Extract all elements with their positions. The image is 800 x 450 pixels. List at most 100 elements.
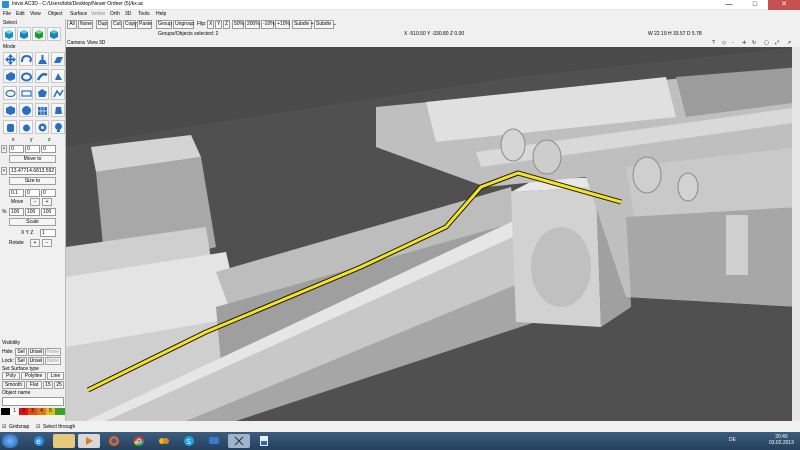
explorer-taskbar-icon[interactable] <box>53 434 75 448</box>
menu-file[interactable]: File <box>3 11 11 17</box>
subdiv-plus-button[interactable]: Subdiv + <box>292 20 314 29</box>
move-y-input[interactable]: 0 <box>25 189 40 197</box>
messenger-taskbar-icon[interactable] <box>203 434 225 448</box>
mode-box-button[interactable] <box>3 69 17 83</box>
select-none-button[interactable]: None <box>78 20 93 29</box>
select-surface-button[interactable] <box>47 27 61 41</box>
mode-light-button[interactable] <box>19 120 33 134</box>
menu-edit[interactable]: Edit <box>16 11 25 17</box>
select-vertex-button[interactable] <box>32 27 46 41</box>
flip-y-button[interactable]: Y <box>215 20 222 29</box>
ungroup-button[interactable]: Ungroup <box>173 20 194 29</box>
tool-taskbar-icon[interactable] <box>253 434 275 448</box>
surface-line-button[interactable]: Line <box>47 372 64 380</box>
move-x-input[interactable]: 0.1 <box>9 189 24 197</box>
help-icon[interactable]: ? <box>712 40 715 46</box>
menu-3d[interactable]: 3D <box>125 11 131 17</box>
menu-help[interactable]: Help <box>156 11 166 17</box>
diamond-icon[interactable]: ◇ <box>722 40 726 46</box>
menu-orth[interactable]: Orth <box>110 11 120 17</box>
flip-x-button[interactable]: X <box>207 20 214 29</box>
menu-surface[interactable]: Surface <box>70 11 87 17</box>
rotate-angle-input[interactable]: 1 <box>40 229 56 237</box>
viewport-3d-menu[interactable]: 3D <box>99 40 105 46</box>
zoom-plus-10-button[interactable]: +10% <box>275 20 290 29</box>
zoom-200-button[interactable]: 200% <box>245 20 260 29</box>
palette-5[interactable]: 5 <box>46 408 55 415</box>
circle-icon[interactable]: ◦ <box>732 40 734 46</box>
skype-taskbar-icon[interactable]: S <box>178 434 200 448</box>
palette-green[interactable] <box>55 408 65 415</box>
surface-polyline-button[interactable]: Polyline <box>21 372 46 380</box>
move-to-x-input[interactable]: 0 <box>9 145 24 153</box>
scale-button[interactable]: Scale <box>9 218 56 226</box>
palette-1[interactable]: 1 <box>10 408 19 415</box>
viewport-view-menu[interactable]: View <box>87 40 98 46</box>
flat-button[interactable]: Flat <box>26 381 42 389</box>
ac3d-taskbar-icon[interactable] <box>228 434 250 448</box>
palette-3[interactable]: 3 <box>28 408 37 415</box>
select-object-button[interactable] <box>17 27 31 41</box>
pan-icon[interactable]: ✛ <box>742 40 746 46</box>
start-button[interactable] <box>2 434 18 448</box>
object-name-input[interactable] <box>2 397 64 406</box>
expand-icon[interactable]: ⤢ <box>775 40 779 46</box>
mode-lathe-button[interactable] <box>51 69 65 83</box>
mode-extrude-button[interactable] <box>35 52 49 66</box>
copy-button[interactable]: Copy <box>123 20 137 29</box>
mode-polyline-button[interactable] <box>51 86 65 100</box>
move-z-input[interactable]: 0 <box>41 189 56 197</box>
3d-scene[interactable] <box>66 47 800 421</box>
mode-cylinder-button[interactable] <box>3 120 17 134</box>
close-button[interactable]: ✕ <box>768 0 800 10</box>
color-palette[interactable]: 1 2 3 4 5 <box>1 408 65 415</box>
move-to-expand-button[interactable]: > <box>1 145 7 153</box>
gridsnap-checkbox[interactable]: ☑ <box>2 424 6 430</box>
lock-none-button[interactable]: None <box>45 357 61 365</box>
hide-none-button[interactable]: None <box>45 348 61 356</box>
flip-z-button[interactable]: Z <box>223 20 230 29</box>
select-group-button[interactable] <box>2 27 16 41</box>
maximize-view-icon[interactable]: ↗ <box>787 40 791 46</box>
move-to-z-input[interactable]: 0 <box>41 145 56 153</box>
app-taskbar-icon[interactable] <box>153 434 175 448</box>
smooth-button[interactable]: Smooth <box>2 381 25 389</box>
mode-select-button[interactable] <box>3 52 17 66</box>
zoom-50-button[interactable]: 50% <box>232 20 244 29</box>
mode-disc-button[interactable] <box>35 120 49 134</box>
subdiv-dropdown[interactable]: Subdiv ⌄ <box>314 20 337 29</box>
hide-unsel-button[interactable]: Unsel <box>28 348 44 356</box>
size-to-input[interactable]: 13.47714.6813.592 <box>9 167 56 175</box>
menu-view[interactable]: View <box>30 11 41 17</box>
mode-ring-button[interactable] <box>19 69 33 83</box>
mode-sphere-button[interactable] <box>19 103 33 117</box>
mode-sweep-button[interactable] <box>35 69 49 83</box>
mode-polygon-button[interactable] <box>35 86 49 100</box>
mode-rotate-button[interactable] <box>19 52 33 66</box>
3d-viewport[interactable]: Camera View 3D ? ◇ ◦ ✛ ↻ ▢ ⤢ ↗ <box>66 39 800 421</box>
paste-button[interactable]: Paste <box>137 20 152 29</box>
palette-2[interactable]: 2 <box>19 408 28 415</box>
maximize-button[interactable]: □ <box>742 0 768 10</box>
zoom-minus-10-button[interactable]: -10% <box>261 20 275 29</box>
chrome-taskbar-icon[interactable] <box>128 434 150 448</box>
size-to-expand-button[interactable]: > <box>1 167 7 175</box>
size-to-button[interactable]: Size to <box>9 177 56 185</box>
palette-4[interactable]: 4 <box>37 408 46 415</box>
crease-15-button[interactable]: 15 <box>43 381 53 389</box>
media-player-taskbar-icon[interactable] <box>78 434 100 448</box>
mode-plane-button[interactable] <box>51 52 65 66</box>
rotate-plus-button[interactable]: + <box>30 239 40 247</box>
language-indicator[interactable]: DE <box>729 437 736 443</box>
rotate-minus-button[interactable]: − <box>42 239 52 247</box>
lock-unsel-button[interactable]: Unsel <box>28 357 44 365</box>
firefox-taskbar-icon[interactable] <box>103 434 125 448</box>
mode-ellipse-button[interactable] <box>3 86 17 100</box>
ie-taskbar-icon[interactable]: e <box>28 434 50 448</box>
menu-vertex[interactable]: Vertex <box>91 11 105 17</box>
select-all-button[interactable]: All <box>67 20 77 29</box>
mode-cone-button[interactable] <box>51 103 65 117</box>
menu-object[interactable]: Object <box>48 11 62 17</box>
move-minus-button[interactable]: − <box>30 198 40 206</box>
move-plus-button[interactable]: + <box>42 198 52 206</box>
